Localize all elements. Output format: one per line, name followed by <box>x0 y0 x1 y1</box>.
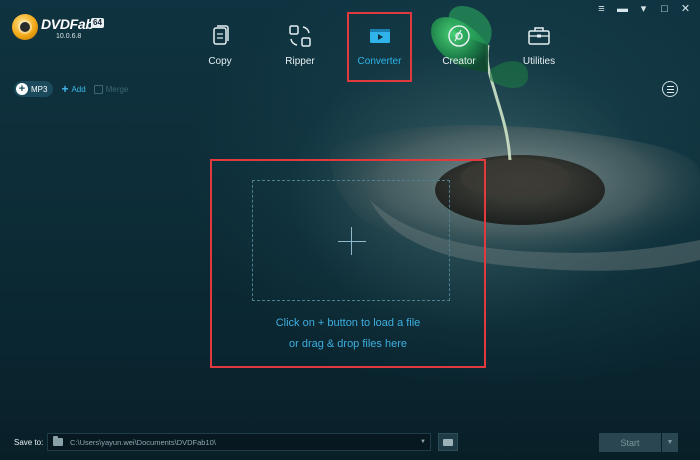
nav-ripper-label: Ripper <box>285 56 315 67</box>
add-file-area[interactable] <box>252 180 450 301</box>
restore-icon[interactable]: ▾ <box>635 2 652 16</box>
toolbox-icon <box>528 27 550 45</box>
chevron-down-icon[interactable]: ▼ <box>416 439 430 445</box>
add-label: Add <box>71 84 86 94</box>
nav-creator-label: Creator <box>442 56 476 67</box>
minimize-icon[interactable]: ▬ <box>614 2 631 16</box>
plus-circle-icon: + <box>16 83 28 95</box>
converter-icon <box>369 29 390 43</box>
start-options-dropdown[interactable]: ▼ <box>662 433 678 452</box>
list-menu-button[interactable] <box>662 81 678 97</box>
copy-icon <box>213 25 229 45</box>
drop-hint-line2: or drag & drop files here <box>288 338 407 350</box>
main-nav: Copy Ripper Converter Creator Utilities <box>180 12 579 82</box>
ripper-icon <box>289 25 311 47</box>
merge-icon <box>93 84 103 94</box>
merge-button: Merge <box>93 84 129 94</box>
nav-utilities-label: Utilities <box>522 56 556 67</box>
start-button[interactable]: Start <box>599 433 661 452</box>
drop-hint-line1: Click on + button to load a file <box>275 317 421 329</box>
task-toolbar: + MP3 + Add Merge <box>14 81 128 97</box>
folder-icon <box>53 436 63 446</box>
large-plus-icon-bar <box>338 241 366 242</box>
app-name: DVDFab <box>41 16 94 32</box>
bottom-bar: Save to: C:\Users\yayun.wei\Documents\DV… <box>0 432 700 460</box>
browse-folder-button[interactable] <box>438 433 458 451</box>
nav-copy[interactable]: Copy <box>180 12 260 82</box>
nav-ripper[interactable]: Ripper <box>260 12 340 82</box>
profile-mp3-button[interactable]: + MP3 <box>14 81 54 97</box>
save-to-label: Save to: <box>14 438 44 447</box>
nav-converter-label: Converter <box>357 56 402 67</box>
window-controls: ≡ ▬ ▾ □ ✕ <box>593 2 694 16</box>
output-path-field[interactable]: C:\Users\yayun.wei\Documents\DVDFab10\ ▼ <box>47 433 431 451</box>
arch-badge: 64 <box>91 18 104 28</box>
nav-copy-label: Copy <box>208 56 232 67</box>
nav-creator[interactable]: Creator <box>419 12 499 82</box>
app-menu-icon[interactable]: ≡ <box>593 2 610 16</box>
nav-utilities[interactable]: Utilities <box>499 12 579 82</box>
maximize-icon[interactable]: □ <box>656 2 673 16</box>
plus-icon: + <box>61 82 69 96</box>
output-path-value: C:\Users\yayun.wei\Documents\DVDFab10\ <box>70 437 216 447</box>
close-icon[interactable]: ✕ <box>677 2 694 16</box>
nav-converter[interactable]: Converter <box>347 12 412 82</box>
merge-label: Merge <box>105 84 129 94</box>
open-folder-icon <box>443 438 453 446</box>
app-version: 10.0.6.8 <box>56 33 82 40</box>
creator-icon <box>448 25 470 47</box>
file-drop-zone[interactable]: Click on + button to load a file or drag… <box>210 159 486 368</box>
dvdfab-logo-icon <box>12 14 38 40</box>
add-button[interactable]: + Add <box>61 82 86 96</box>
profile-label: MP3 <box>31 84 48 94</box>
app-logo: DVDFab 64 10.0.6.8 <box>12 12 112 46</box>
